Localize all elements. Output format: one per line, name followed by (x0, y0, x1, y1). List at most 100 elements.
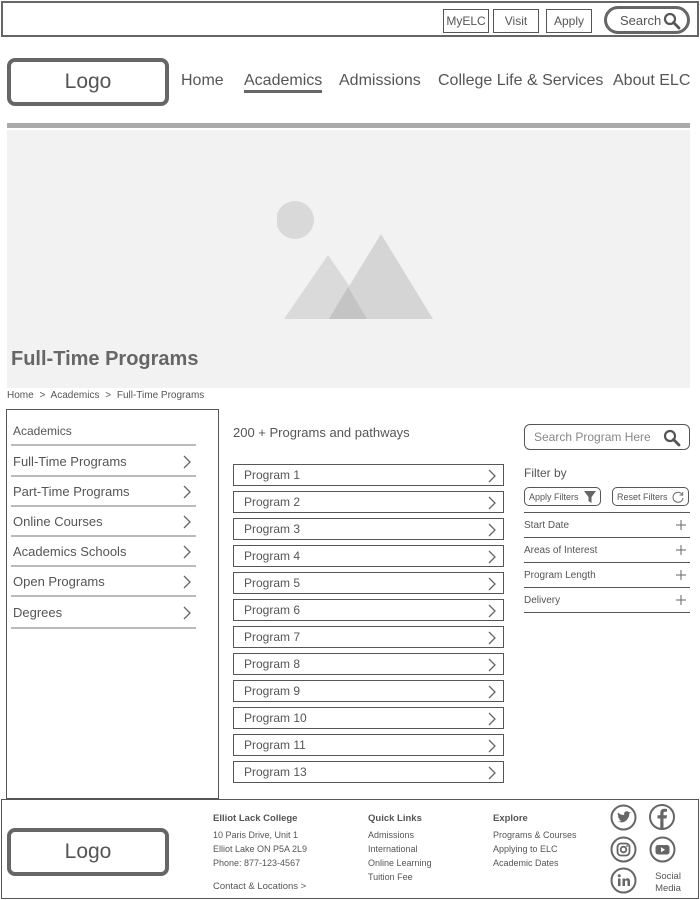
chevron-right-icon (488, 577, 496, 591)
nav-admissions[interactable]: Admissions (339, 72, 421, 90)
program-row[interactable]: Program 7 (233, 626, 504, 648)
funnel-icon (584, 491, 596, 503)
breadcrumb-home[interactable]: Home (7, 390, 34, 401)
chevron-right-icon (183, 545, 191, 559)
chevron-right-icon (488, 739, 496, 753)
header-divider (7, 123, 690, 128)
facet-program-length[interactable]: Program Length (524, 563, 690, 588)
visit-button[interactable]: Visit (493, 9, 539, 33)
plus-icon (676, 520, 686, 530)
program-row[interactable]: Program 13 (233, 761, 504, 783)
program-label: Program 10 (244, 711, 307, 725)
program-row[interactable]: Program 2 (233, 491, 504, 513)
footer-link-academic-dates[interactable]: Academic Dates (493, 856, 577, 870)
sidebar-item-open-programs[interactable]: Open Programs (11, 567, 196, 597)
sidebar-item-label: Academics Schools (13, 543, 127, 559)
myelc-button[interactable]: MyELC (443, 9, 489, 33)
footer-logo[interactable]: Logo (7, 828, 169, 876)
linkedin-icon[interactable] (610, 867, 637, 894)
footer-link-international[interactable]: International (368, 842, 432, 856)
footer-phone: Phone: 877-123-4567 (213, 858, 301, 868)
sidebar-item-label: Part-Time Programs (13, 483, 130, 499)
program-row[interactable]: Program 5 (233, 572, 504, 594)
reset-filters-button[interactable]: Reset Filters (612, 487, 689, 506)
footer-college-info: Elliot Lack College 10 Paris Drive, Unit… (213, 812, 307, 870)
program-row[interactable]: Program 8 (233, 653, 504, 675)
footer-explore: Explore Programs & Courses Applying to E… (493, 812, 577, 870)
chevron-right-icon (488, 631, 496, 645)
facebook-icon[interactable] (648, 803, 676, 831)
program-row[interactable]: Program 10 (233, 707, 504, 729)
program-row[interactable]: Program 9 (233, 680, 504, 702)
sidebar-item-academics-schools[interactable]: Academics Schools (11, 537, 196, 567)
header-logo[interactable]: Logo (7, 58, 169, 106)
footer-link-online-learning[interactable]: Online Learning (368, 856, 432, 870)
chevron-right-icon (488, 550, 496, 564)
sidebar-divider (11, 444, 196, 446)
program-row[interactable]: Program 3 (233, 518, 504, 540)
chevron-right-icon (183, 575, 191, 589)
contact-locations-link[interactable]: Contact & Locations > (213, 881, 306, 892)
sidebar-item-degrees[interactable]: Degrees (11, 598, 196, 629)
sidebar-item-label: Degrees (13, 605, 63, 620)
program-row[interactable]: Program 1 (233, 464, 504, 486)
program-count: 200 + Programs and pathways (233, 425, 410, 440)
program-search-input[interactable]: Search Program Here (524, 424, 690, 450)
breadcrumb-current: Full-Time Programs (116, 390, 205, 401)
facet-label: Delivery (524, 594, 561, 606)
chevron-right-icon (488, 685, 496, 699)
apply-filters-button[interactable]: Apply Filters (524, 487, 601, 506)
program-label: Program 13 (244, 765, 307, 779)
facet-delivery[interactable]: Delivery (524, 588, 690, 613)
reset-filters-label: Reset Filters (617, 491, 668, 502)
program-label: Program 5 (244, 576, 301, 590)
youtube-icon[interactable] (649, 836, 676, 863)
chevron-right-icon (183, 515, 191, 529)
sidebar-item-label: Online Courses (13, 513, 103, 529)
sidebar-item-part-time[interactable]: Part-Time Programs (11, 477, 196, 507)
chevron-right-icon (488, 496, 496, 510)
page-title: Full-Time Programs (11, 348, 199, 370)
footer-link-programs-courses[interactable]: Programs & Courses (493, 828, 577, 842)
program-label: Program 11 (244, 738, 306, 752)
footer-address-line: Elliot Lake ON P5A 2L9 (213, 844, 308, 854)
footer-address-line: 10 Paris Drive, Unit 1 (213, 830, 299, 840)
chevron-right-icon (488, 712, 496, 726)
plus-icon (676, 545, 686, 555)
nav-home[interactable]: Home (181, 72, 224, 90)
chevron-right-icon (183, 455, 191, 469)
instagram-icon[interactable] (610, 836, 637, 863)
breadcrumb-academics[interactable]: Academics (51, 390, 100, 401)
program-label: Program 9 (244, 684, 301, 698)
image-placeholder-icon (277, 201, 433, 319)
apply-button[interactable]: Apply (546, 9, 592, 33)
twitter-icon[interactable] (610, 804, 637, 831)
footer-link-admissions[interactable]: Admissions (368, 828, 432, 842)
nav-college-life[interactable]: College Life & Services (438, 72, 603, 90)
footer-explore-heading: Explore (493, 813, 528, 824)
footer-link-applying[interactable]: Applying to ELC (493, 842, 577, 856)
program-row[interactable]: Program 4 (233, 545, 504, 567)
footer-link-tuition-fee[interactable]: Tuition Fee (368, 870, 432, 884)
nav-academics[interactable]: Academics (244, 72, 323, 93)
program-row[interactable]: Program 11 (233, 734, 504, 756)
sidebar-item-label: Full-Time Programs (13, 453, 127, 469)
program-row[interactable]: Program 6 (233, 599, 504, 621)
plus-icon (676, 595, 686, 605)
footer-quick-links: Quick Links Admissions International Onl… (368, 812, 432, 884)
refresh-icon (672, 491, 684, 503)
footer-quick-links-heading: Quick Links (368, 813, 422, 824)
program-label: Program 2 (244, 495, 301, 509)
sidebar-item-full-time[interactable]: Full-Time Programs (11, 447, 196, 477)
breadcrumb-separator: > (39, 390, 46, 401)
chevron-right-icon (488, 469, 496, 483)
site-search-button[interactable]: Search (604, 6, 690, 34)
program-label: Program 4 (244, 549, 301, 563)
facet-areas-of-interest[interactable]: Areas of Interest (524, 538, 690, 563)
nav-about[interactable]: About ELC (613, 72, 690, 90)
sidebar-item-online-courses[interactable]: Online Courses (11, 507, 196, 537)
sidebar-item-label: Open Programs (13, 573, 105, 589)
facet-start-date[interactable]: Start Date (524, 513, 690, 538)
chevron-right-icon (488, 658, 496, 672)
academics-sidebar: Academics Full-Time Programs Part-Time P… (6, 409, 219, 799)
